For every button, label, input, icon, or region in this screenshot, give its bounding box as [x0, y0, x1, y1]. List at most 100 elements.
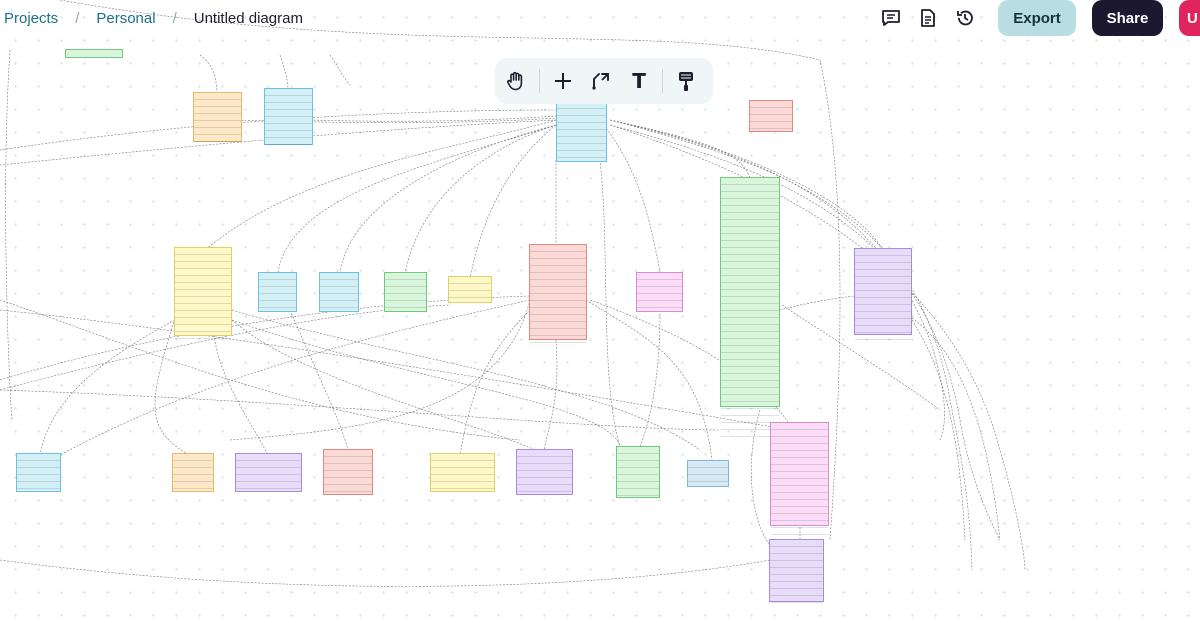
table-row — [175, 282, 231, 289]
table-row — [324, 470, 372, 477]
table-row — [517, 456, 572, 463]
table-row — [855, 311, 911, 318]
document-icon[interactable] — [917, 7, 939, 29]
entity-table[interactable] — [770, 422, 829, 535]
table-row — [855, 276, 911, 283]
table-row — [721, 240, 779, 247]
share-button[interactable]: Share — [1092, 0, 1163, 36]
table-row — [431, 481, 494, 488]
table-row — [194, 113, 241, 120]
table-row — [771, 429, 828, 436]
table-row — [194, 134, 241, 141]
table-row — [617, 481, 659, 488]
table-row — [750, 128, 792, 135]
table-row — [721, 331, 779, 338]
table-row — [770, 546, 823, 553]
table-row — [175, 317, 231, 324]
entity-table[interactable] — [174, 247, 232, 339]
table-row — [688, 467, 728, 474]
table-row — [721, 359, 779, 366]
table-row — [530, 272, 586, 279]
table-row — [637, 307, 682, 314]
table-row — [517, 491, 572, 498]
entity-table[interactable] — [616, 446, 660, 498]
entity-table[interactable] — [720, 177, 780, 437]
toolbar-divider — [662, 69, 663, 93]
entity-table[interactable] — [264, 88, 313, 145]
hand-icon[interactable] — [505, 69, 527, 93]
table-row — [721, 317, 779, 324]
table-row — [771, 457, 828, 464]
table-row — [259, 286, 296, 293]
table-row — [265, 123, 312, 130]
entity-table[interactable] — [172, 453, 214, 492]
canvas-toolbar: T — [495, 58, 713, 104]
entity-table[interactable] — [430, 453, 495, 492]
entity-table[interactable] — [529, 244, 587, 343]
entity-table[interactable] — [65, 49, 123, 58]
table-row — [721, 247, 779, 254]
table-row — [320, 300, 358, 307]
breadcrumb-projects[interactable]: Projects — [4, 10, 58, 27]
entity-table[interactable] — [687, 460, 729, 487]
table-row — [771, 471, 828, 478]
entity-table[interactable] — [235, 453, 302, 492]
entity-table[interactable] — [636, 272, 683, 312]
entity-table[interactable] — [769, 539, 824, 603]
table-row — [259, 293, 296, 300]
table-row — [557, 122, 606, 129]
history-icon[interactable] — [954, 7, 976, 29]
table-row — [771, 513, 828, 520]
table-row — [265, 130, 312, 137]
table-row — [721, 373, 779, 380]
diagram-title[interactable]: Untitled diagram — [194, 10, 303, 27]
table-row — [173, 467, 213, 474]
export-button[interactable]: Export — [998, 0, 1076, 36]
table-row — [771, 527, 828, 534]
table-row — [721, 310, 779, 317]
entity-table[interactable] — [516, 449, 573, 495]
entity-table[interactable] — [323, 449, 373, 495]
table-row — [771, 485, 828, 492]
table-row — [173, 474, 213, 481]
table-row — [750, 121, 792, 128]
table-row — [771, 464, 828, 471]
plus-icon[interactable] — [552, 69, 574, 93]
entity-table[interactable] — [854, 248, 912, 340]
entity-table[interactable] — [319, 272, 359, 312]
table-row — [194, 141, 241, 148]
entity-table[interactable] — [193, 92, 242, 142]
entity-table[interactable] — [384, 272, 427, 312]
table-row — [324, 456, 372, 463]
table-row — [17, 467, 60, 474]
table-row — [265, 116, 312, 123]
comment-icon[interactable] — [880, 7, 902, 29]
entity-table[interactable] — [448, 276, 492, 303]
table-row — [265, 137, 312, 144]
table-row — [385, 293, 426, 300]
table-row — [17, 474, 60, 481]
table-row — [324, 463, 372, 470]
entity-table[interactable] — [16, 453, 61, 492]
entity-table[interactable] — [258, 272, 297, 312]
breadcrumb-personal[interactable]: Personal — [96, 10, 155, 27]
entity-table[interactable] — [749, 100, 793, 132]
table-row — [557, 143, 606, 150]
connector-icon[interactable] — [590, 69, 612, 93]
text-icon[interactable]: T — [628, 69, 650, 93]
table-row — [855, 318, 911, 325]
paint-icon[interactable] — [675, 69, 697, 93]
table-row — [721, 387, 779, 394]
table-row — [855, 283, 911, 290]
table-row — [721, 296, 779, 303]
table-row — [688, 481, 728, 488]
table-row — [265, 109, 312, 116]
table-row — [855, 290, 911, 297]
table-row — [530, 300, 586, 307]
table-row — [385, 286, 426, 293]
user-button[interactable]: U — [1179, 0, 1200, 36]
table-row — [175, 268, 231, 275]
table-row — [17, 460, 60, 467]
table-row — [770, 602, 823, 609]
entity-table[interactable] — [556, 101, 607, 162]
